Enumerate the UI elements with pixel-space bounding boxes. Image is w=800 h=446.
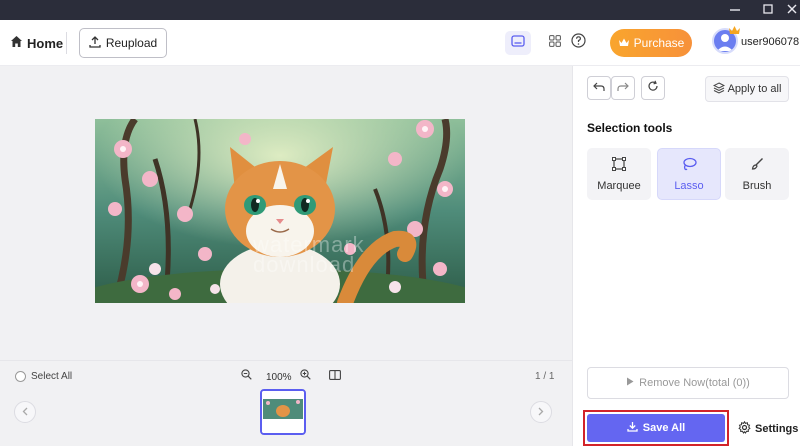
tool-marquee[interactable]: Marquee [587, 148, 651, 200]
undo-button[interactable] [587, 76, 611, 100]
app-header: Home Reupload Purchase user906078 [0, 20, 800, 66]
apply-to-all-label: Apply to all [727, 83, 782, 95]
window-titlebar [0, 0, 800, 20]
home-label: Home [27, 35, 64, 51]
save-all-button[interactable]: Save All [587, 414, 725, 442]
right-panel: Apply to all Selection tools Marquee Las… [572, 66, 800, 446]
save-all-label: Save All [642, 422, 686, 434]
play-icon [626, 377, 634, 389]
tool-label: Lasso [674, 179, 704, 192]
crown-icon [618, 36, 630, 50]
zoom-controls: 100% [241, 369, 341, 383]
marquee-icon [612, 156, 626, 174]
layers-icon [712, 81, 725, 97]
next-image-button[interactable] [530, 401, 552, 423]
thumbnail-strip: Select All 100% 1 / 1 [0, 360, 572, 446]
watermark-text-2: download [253, 252, 356, 277]
purchase-button[interactable]: Purchase [610, 29, 692, 57]
select-all-label: Select All [31, 371, 73, 382]
section-title: Selection tools [587, 121, 673, 135]
page-indicator: 1 / 1 [535, 371, 555, 382]
select-all-radio-icon [15, 371, 26, 382]
tool-label: Marquee [597, 179, 641, 192]
image-canvas[interactable]: watermark download [0, 66, 572, 360]
chevron-left-icon [22, 405, 28, 419]
redo-button[interactable] [611, 76, 635, 100]
maximize-button[interactable] [755, 0, 781, 20]
help-icon [570, 33, 586, 53]
undo-icon [593, 79, 605, 97]
image-thumbnail[interactable] [260, 389, 306, 435]
username: user906078 [741, 36, 800, 48]
single-view-toggle[interactable] [505, 31, 531, 55]
gear-icon [738, 420, 751, 437]
home-icon [10, 35, 23, 51]
brush-icon [750, 157, 764, 174]
purchase-label: Purchase [633, 36, 685, 50]
upload-icon [89, 35, 101, 51]
vip-crown-icon [728, 22, 741, 40]
header-divider [66, 32, 67, 54]
select-all-checkbox[interactable]: Select All [15, 371, 72, 382]
settings-button[interactable]: Settings [738, 420, 799, 437]
tool-lasso[interactable]: Lasso [657, 148, 721, 200]
settings-label: Settings [755, 423, 799, 435]
reupload-label: Reupload [105, 36, 158, 50]
compare-icon[interactable] [328, 369, 341, 383]
redo-icon [617, 79, 629, 97]
zoom-out-icon[interactable] [241, 369, 252, 383]
previous-image-button[interactable] [14, 401, 36, 423]
help-button[interactable] [565, 31, 591, 55]
tool-label: Brush [742, 179, 772, 192]
grid-view-icon [549, 34, 561, 52]
minimize-button[interactable] [722, 0, 748, 20]
image-watermark: watermark download [253, 234, 365, 277]
close-button[interactable] [779, 0, 800, 20]
apply-to-all-button[interactable]: Apply to all [705, 76, 789, 102]
lasso-icon [681, 157, 697, 174]
reset-button[interactable] [641, 76, 665, 100]
zoom-level: 100% [266, 372, 292, 383]
single-view-icon [511, 34, 525, 52]
remove-now-button[interactable]: Remove Now(total (0)) [587, 367, 789, 399]
refresh-icon [647, 79, 659, 97]
download-icon [627, 421, 638, 435]
remove-now-label: Remove Now(total (0)) [639, 377, 750, 389]
chevron-right-icon [538, 405, 544, 419]
reupload-button[interactable]: Reupload [79, 28, 167, 58]
save-all-highlight: Save All [583, 410, 729, 446]
edited-image[interactable]: watermark download [95, 119, 465, 303]
zoom-in-icon[interactable] [299, 369, 311, 383]
home-button[interactable]: Home [10, 34, 63, 52]
tool-brush[interactable]: Brush [725, 148, 789, 200]
